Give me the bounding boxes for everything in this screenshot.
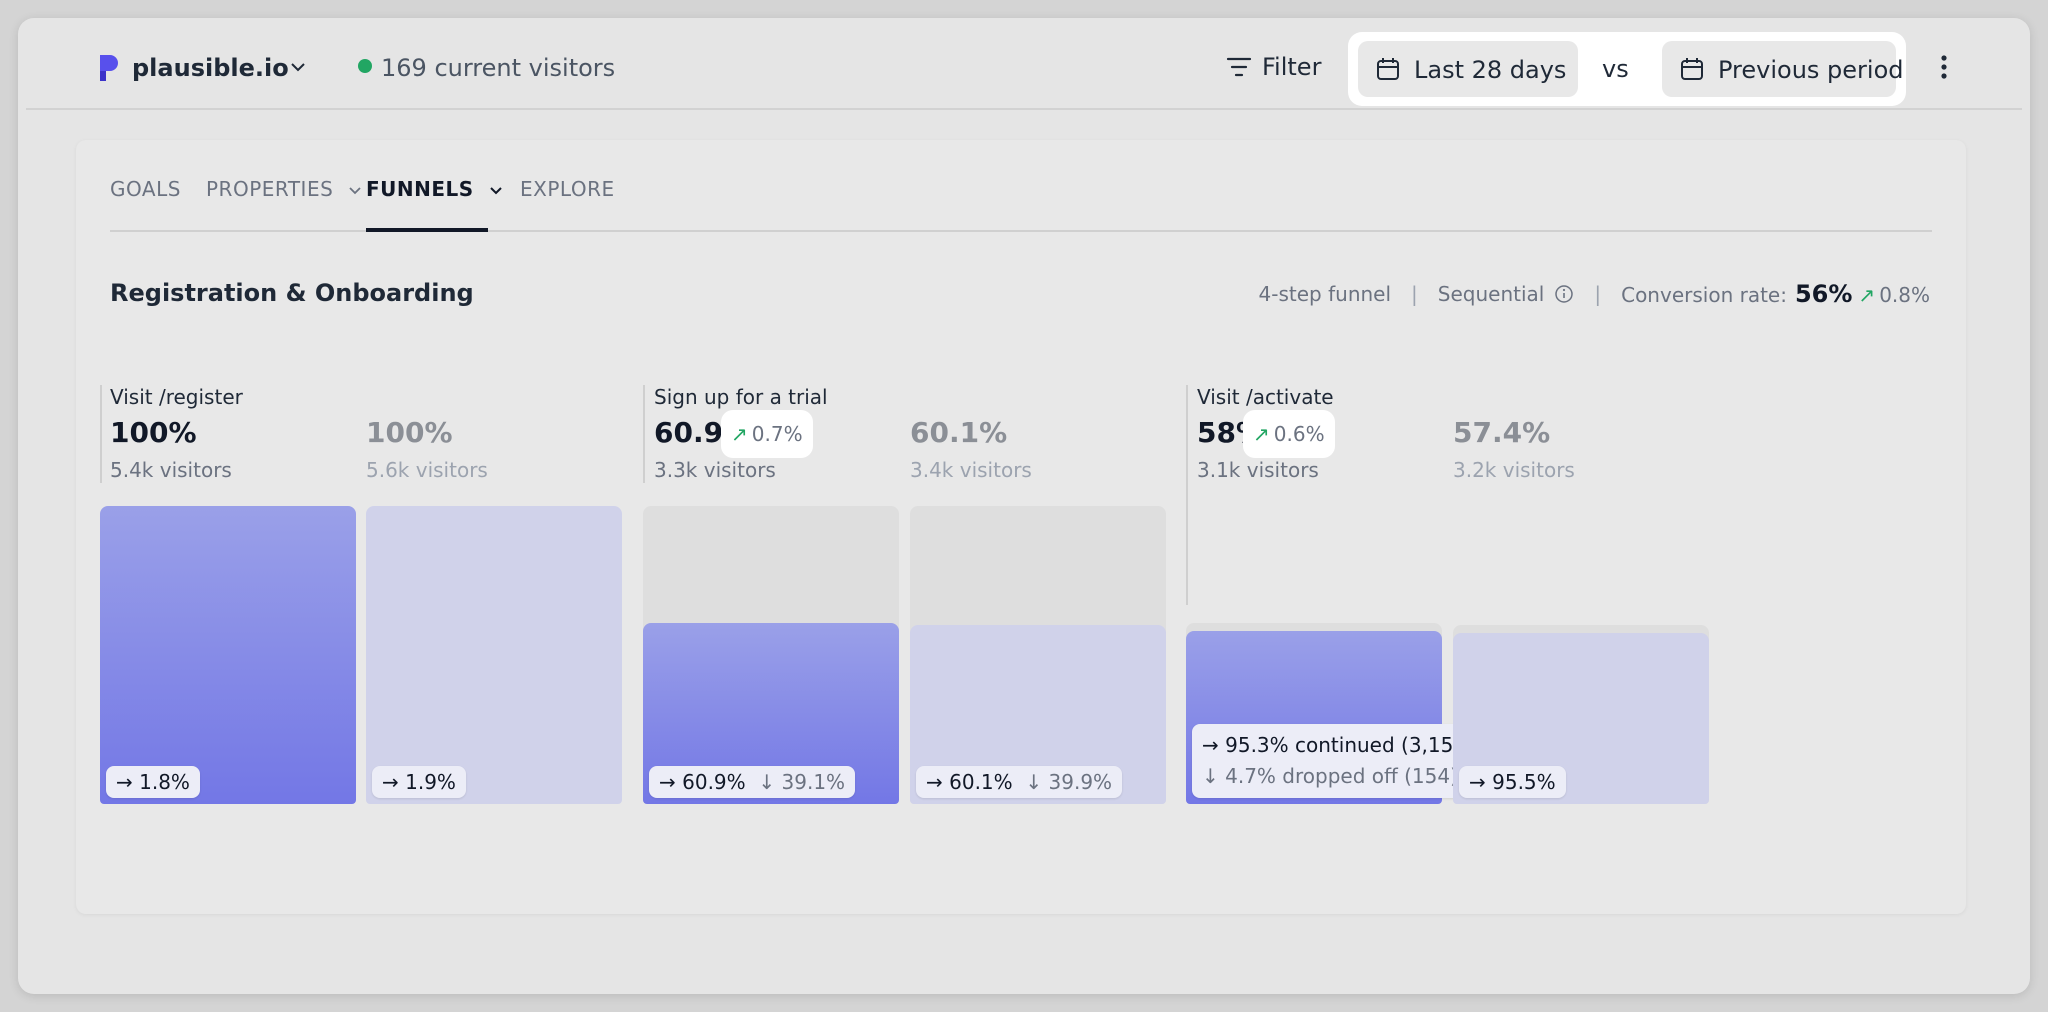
step-label: Sign up for a trial [654, 385, 828, 409]
arrow-right-icon: → [116, 770, 133, 794]
badge-continued: 60.9% [682, 770, 746, 794]
step-percentage: 100% [110, 416, 197, 449]
separator: | [1411, 282, 1418, 306]
funnel-bar-previous[interactable]: → 95.5% [1453, 633, 1709, 804]
live-indicator-dot [358, 59, 372, 73]
badge-dropped: 39.1% [781, 770, 846, 794]
funnel-mode-label: Sequential [1437, 282, 1545, 306]
prev-step-percentage: 57.4% [1453, 416, 1551, 449]
tab-goals-label: GOALS [110, 177, 181, 201]
bar-badge: → 1.8% [106, 766, 200, 798]
bar-badge: → 60.1% ↓ 39.9% [916, 766, 1123, 798]
calendar-icon [1377, 58, 1399, 80]
prev-step-visitors: 3.2k visitors [1453, 458, 1575, 482]
funnel-bar-current[interactable]: → 95.3% continued (3,157) ↓ 4.7% dropped… [1186, 631, 1484, 804]
step-divider [100, 385, 102, 483]
badge-continued: 1.8% [139, 770, 190, 794]
active-tab-indicator [366, 228, 488, 232]
calendar-icon [1681, 58, 1703, 80]
step-visitors: 3.1k visitors [1197, 458, 1319, 482]
period-label: Last 28 days [1414, 56, 1567, 84]
step-divider [1186, 385, 1188, 605]
chevron-down-icon[interactable] [290, 61, 306, 73]
period-comparison-group: Last 28 days vs Previous period [1348, 32, 1906, 106]
funnel-mode: Sequential [1438, 282, 1575, 306]
plausible-logo-icon[interactable] [96, 53, 120, 83]
current-visitors-link[interactable]: 169 current visitors [381, 54, 615, 82]
site-name[interactable]: plausible.io [132, 54, 289, 82]
filter-icon [1226, 57, 1252, 77]
funnel-bar-current[interactable]: → 60.9% ↓ 39.1% [643, 623, 899, 804]
info-icon[interactable] [1554, 284, 1574, 304]
compare-period-label: Previous period [1718, 56, 1904, 84]
tab-explore-label: EXPLORE [520, 177, 615, 201]
arrow-right-icon: → [1202, 733, 1219, 757]
arrow-down-icon: ↓ [1019, 770, 1043, 794]
badge-continued-row: → 95.3% continued (3,157) [1202, 730, 1474, 761]
separator: | [1594, 282, 1602, 306]
conversion-delta: 0.8% [1879, 283, 1930, 307]
more-options-icon[interactable] [1940, 54, 1948, 80]
arrow-down-icon: ↓ [752, 770, 776, 794]
tab-bar: GOALS PROPERTIES FUNNELS EXPLORE [110, 140, 1932, 232]
badge-continued: 95.5% [1492, 770, 1556, 794]
bar-badge: → 95.5% [1459, 766, 1566, 798]
delta-value: 0.7% [751, 422, 803, 446]
delta-chip: ↗ 0.6% [1243, 410, 1335, 458]
app-window: plausible.io 169 current visitors Filter… [18, 18, 2030, 994]
prev-step-visitors: 3.4k visitors [910, 458, 1032, 482]
tab-goals[interactable]: GOALS [110, 177, 181, 201]
bar-badge: → 95.3% continued (3,157) ↓ 4.7% dropped… [1192, 724, 1484, 798]
tab-properties-label: PROPERTIES [206, 177, 334, 201]
arrow-up-right-icon: ↗ [1253, 422, 1270, 446]
badge-continued: 1.9% [405, 770, 456, 794]
step-visitors: 5.4k visitors [110, 458, 232, 482]
funnel-meta: 4-step funnel | Sequential | Conversion … [1259, 280, 1930, 308]
funnel-steps-count: 4-step funnel [1258, 282, 1392, 306]
top-bar: plausible.io 169 current visitors Filter… [26, 18, 2022, 110]
funnel-title: Registration & Onboarding [110, 279, 474, 307]
tab-funnels[interactable]: FUNNELS [366, 177, 503, 201]
arrow-up-right-icon: ↗ [1858, 283, 1876, 307]
arrow-right-icon: → [382, 770, 399, 794]
tab-funnels-label: FUNNELS [366, 177, 474, 201]
conversion-label: Conversion rate: [1621, 283, 1787, 307]
delta-chip: ↗ 0.7% [721, 410, 813, 458]
arrow-right-icon: → [1469, 770, 1486, 794]
vs-label: vs [1602, 55, 1629, 83]
tab-properties[interactable]: PROPERTIES [206, 177, 362, 201]
tab-explore[interactable]: EXPLORE [520, 177, 615, 201]
funnel-bar-previous[interactable]: → 60.1% ↓ 39.9% [910, 625, 1166, 804]
conversion-rate: Conversion rate: 56% ↗ 0.8% [1621, 280, 1930, 308]
arrow-right-icon: → [926, 770, 943, 794]
prev-step-visitors: 5.6k visitors [366, 458, 488, 482]
period-picker-button[interactable]: Last 28 days [1358, 41, 1578, 97]
badge-continued: 95.3% continued (3,157) [1225, 733, 1474, 757]
step-divider [643, 385, 645, 483]
step-label: Visit /activate [1197, 385, 1334, 409]
funnel-bar-previous[interactable]: → 1.9% [366, 506, 622, 804]
prev-step-percentage: 60.1% [910, 416, 1008, 449]
badge-dropped: 4.7% dropped off (154) [1225, 764, 1458, 788]
step-visitors: 3.3k visitors [654, 458, 776, 482]
funnels-card: GOALS PROPERTIES FUNNELS EXPLORE Registr… [76, 140, 1966, 914]
filter-label: Filter [1262, 53, 1322, 81]
arrow-right-icon: → [659, 770, 676, 794]
compare-period-button[interactable]: Previous period [1662, 41, 1904, 97]
chevron-down-icon [490, 186, 502, 194]
conversion-value: 56% [1794, 280, 1853, 308]
delta-value: 0.6% [1273, 422, 1325, 446]
bar-badge: → 1.9% [372, 766, 466, 798]
arrow-up-right-icon: ↗ [731, 422, 748, 446]
step-label: Visit /register [110, 385, 243, 409]
badge-dropped: 39.9% [1048, 770, 1113, 794]
funnel-bar-current[interactable]: → 1.8% [100, 506, 356, 804]
badge-dropped-row: ↓ 4.7% dropped off (154) [1202, 761, 1474, 792]
chevron-down-icon [349, 186, 361, 194]
arrow-down-icon: ↓ [1202, 764, 1219, 788]
prev-step-percentage: 100% [366, 416, 453, 449]
bar-badge: → 60.9% ↓ 39.1% [649, 766, 856, 798]
badge-continued: 60.1% [949, 770, 1013, 794]
